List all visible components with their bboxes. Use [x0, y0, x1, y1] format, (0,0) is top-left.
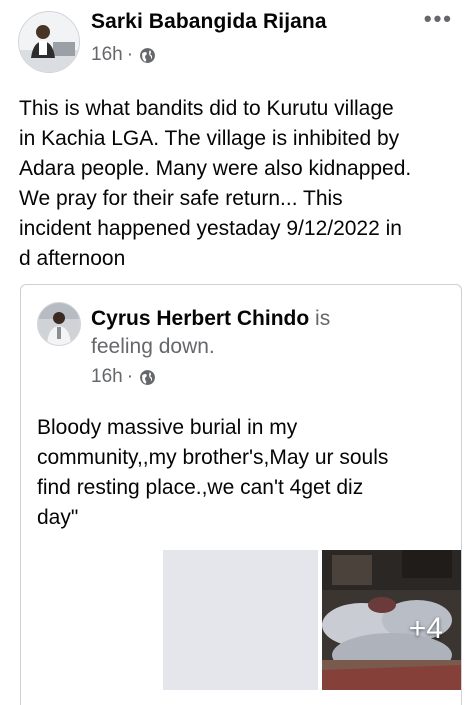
more-options-icon[interactable]: ••• [424, 6, 453, 32]
more-photos-count: +4 [408, 612, 443, 645]
post-text: This is what bandits did to Kurutu villa… [19, 97, 412, 270]
shared-meta: 16h · [91, 366, 156, 388]
post-author-name[interactable]: Sarki Babangida Rijana [91, 10, 327, 34]
globe-icon[interactable] [139, 47, 156, 64]
photo-more[interactable]: +4 [322, 550, 461, 690]
author-avatar[interactable] [18, 11, 80, 73]
shared-header: Cyrus Herbert Chindo is feeling down. [91, 305, 391, 361]
shared-timestamp[interactable]: 16h [91, 366, 123, 388]
shared-text: Bloody massive burial in my community,,m… [37, 416, 389, 529]
shared-avatar-image [38, 303, 80, 345]
meta-separator: · [126, 44, 134, 65]
photo-placeholder[interactable] [163, 550, 318, 690]
author-avatar-image [19, 12, 79, 72]
shared-author-name[interactable]: Cyrus Herbert Chindo [91, 307, 309, 330]
shared-post[interactable]: Cyrus Herbert Chindo is feeling down. 16… [20, 284, 462, 705]
post-timestamp[interactable]: 16h [91, 44, 123, 66]
shared-author-avatar[interactable] [37, 302, 81, 346]
shared-meta-separator: · [126, 366, 134, 387]
post-meta: 16h · [91, 44, 156, 66]
globe-icon[interactable] [139, 369, 156, 386]
